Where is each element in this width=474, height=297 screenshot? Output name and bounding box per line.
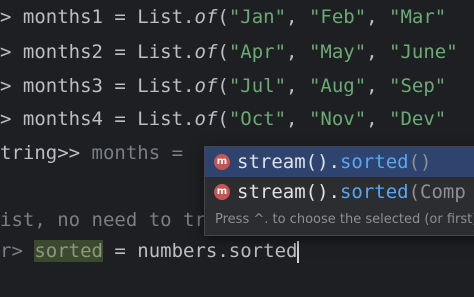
variable-name: months2 <box>22 41 103 63</box>
completion-args: () <box>408 151 432 173</box>
class-ref: List. <box>137 108 195 130</box>
method-icon: m <box>214 184 230 200</box>
code-completion-popup: m stream().sorted() m stream().sorted(Co… <box>204 146 474 236</box>
code-line-1[interactable]: > months1 = List.of("Jan", "Feb", "Mar" <box>0 2 446 32</box>
operator: = <box>102 41 138 63</box>
string-literal: "Jan" <box>228 6 287 28</box>
paren: ( <box>217 41 229 63</box>
method-call: of <box>194 75 218 97</box>
line-prefix: > <box>0 6 23 28</box>
code-line-7[interactable]: r> sorted = numbers.sorted <box>0 236 300 266</box>
completion-item-2[interactable]: m stream().sorted(Comp <box>205 177 474 207</box>
string-literal: "Nov" <box>308 108 367 130</box>
variable-name: months4 <box>22 108 103 130</box>
completion-dot: . <box>328 151 340 173</box>
completion-receiver: stream() <box>237 151 329 173</box>
class-ref: List. <box>137 75 195 97</box>
paren: ( <box>217 6 229 28</box>
string-literal: "Aug" <box>308 75 367 97</box>
completion-receiver: stream() <box>237 181 329 203</box>
string-literal: "Feb" <box>308 6 367 28</box>
class-ref: List. <box>137 6 195 28</box>
operator: = <box>102 240 138 262</box>
operator: = <box>160 142 195 164</box>
type-declaration: tring>> <box>0 142 92 164</box>
line-prefix: r> <box>0 240 35 262</box>
completion-method: sorted <box>339 181 409 203</box>
variable-name: months1 <box>22 6 103 28</box>
operator: = <box>102 6 138 28</box>
comma: , <box>286 41 309 63</box>
string-literal: "Sep" <box>389 75 447 97</box>
comma: , <box>366 108 390 130</box>
paren: ( <box>217 75 229 97</box>
comma: , <box>286 108 309 130</box>
variable-name: months <box>91 142 161 164</box>
paren: ( <box>217 108 229 130</box>
completion-dot: . <box>328 181 340 203</box>
comma: , <box>366 41 390 63</box>
text-caret <box>297 240 300 263</box>
completion-method: sorted <box>339 151 409 173</box>
comma: , <box>366 6 390 28</box>
string-literal: "Dev" <box>389 108 447 130</box>
code-line-5[interactable]: tring>> months = <box>0 138 194 168</box>
method-call: of <box>194 6 218 28</box>
method-call: of <box>194 41 218 63</box>
string-literal: "June" <box>389 41 458 63</box>
string-literal: "Oct" <box>228 108 287 130</box>
operator: = <box>102 108 138 130</box>
code-line-4[interactable]: > months4 = List.of("Oct", "Nov", "Dev" <box>0 104 446 134</box>
class-ref: List. <box>137 41 195 63</box>
line-prefix: > <box>0 108 23 130</box>
string-literal: "Jul" <box>228 75 287 97</box>
string-literal: "Apr" <box>228 41 287 63</box>
string-literal: "May" <box>308 41 367 63</box>
code-line-2[interactable]: > months2 = List.of("Apr", "May", "June" <box>0 37 458 67</box>
highlighted-variable: sorted <box>34 240 103 262</box>
comma: , <box>286 6 309 28</box>
method-icon: m <box>214 154 230 170</box>
code-line-6[interactable]: ist, no need to tr <box>0 205 206 235</box>
comma: , <box>286 75 309 97</box>
variable-name: months3 <box>22 75 103 97</box>
line-prefix: > <box>0 75 23 97</box>
string-literal: "Mar" <box>389 6 447 28</box>
comma: , <box>366 75 390 97</box>
completion-item-1[interactable]: m stream().sorted() <box>205 147 474 177</box>
line-prefix: > <box>0 41 23 63</box>
completion-args: (Comp <box>408 181 466 203</box>
method-call: of <box>194 108 218 130</box>
completion-hint: Press ^. to choose the selected (or firs… <box>215 212 474 227</box>
code-line-3[interactable]: > months3 = List.of("Jul", "Aug", "Sep" <box>0 71 446 101</box>
comment-text: ist, no need to tr <box>0 209 206 231</box>
operator: = <box>102 75 138 97</box>
